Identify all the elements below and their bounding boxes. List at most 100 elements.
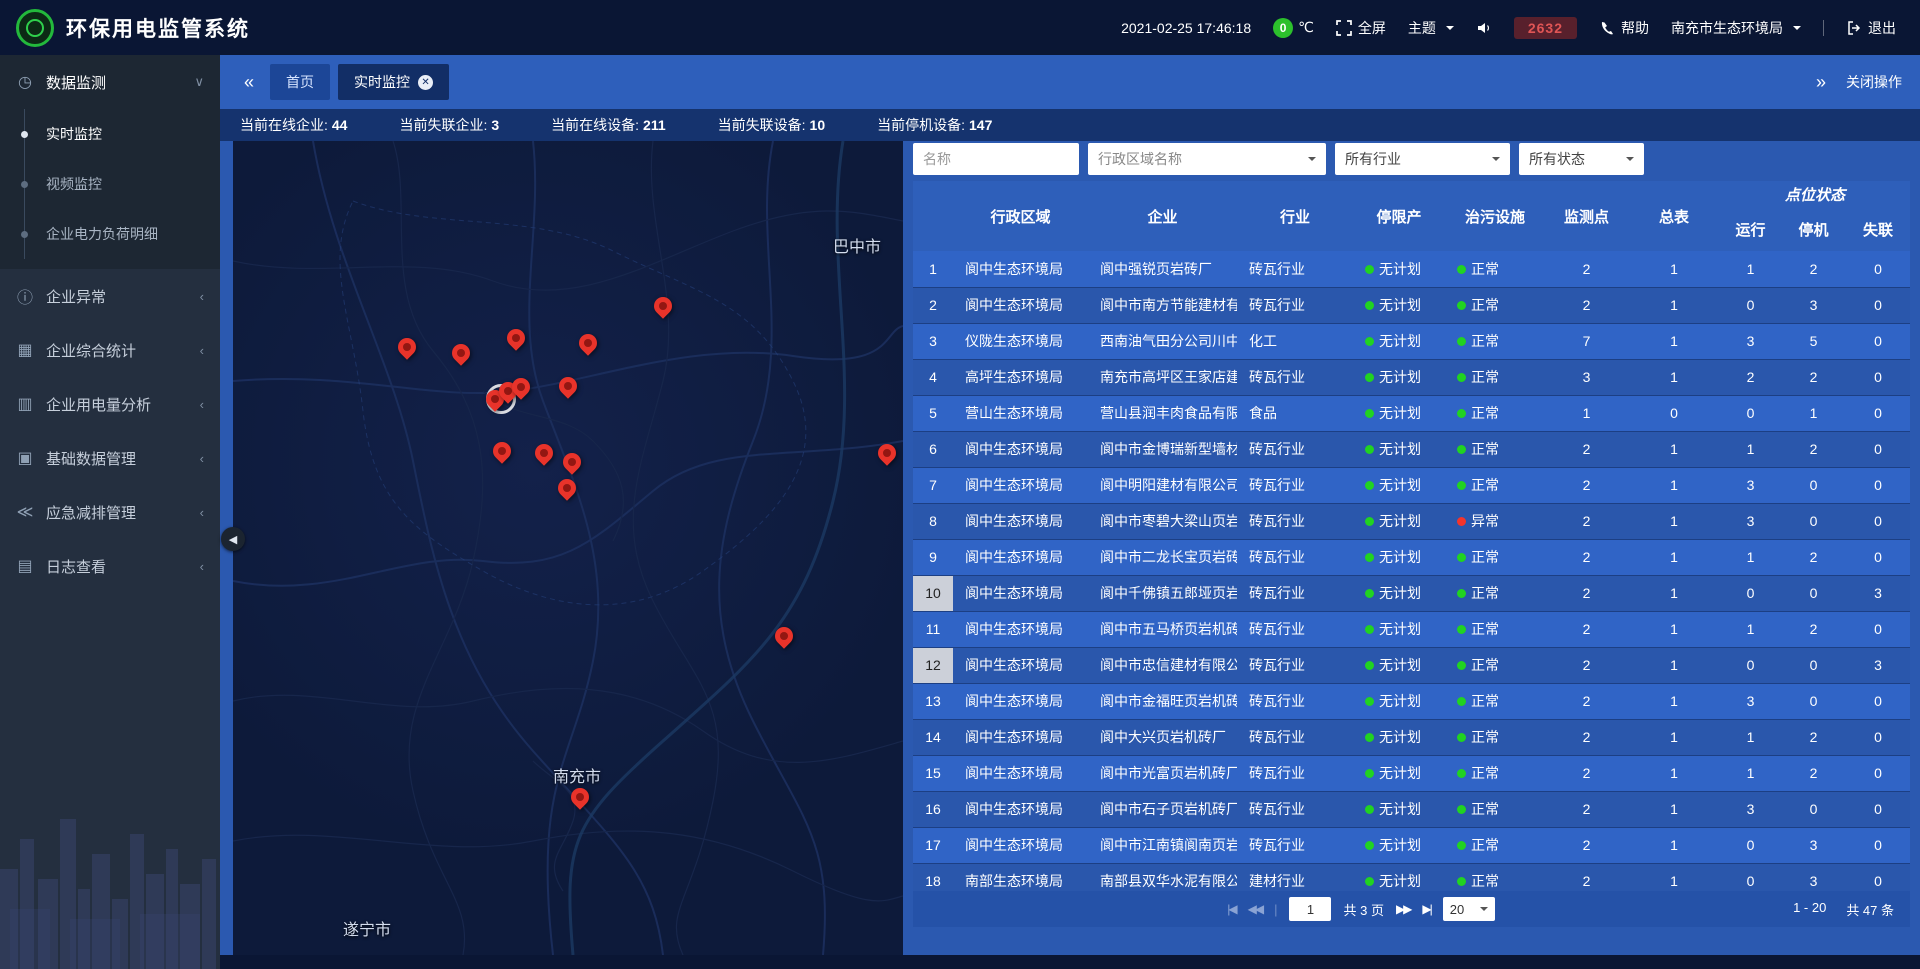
cell-industry: 建材行业 [1237, 863, 1353, 891]
sidebar-group-5[interactable]: ≪ 应急减排管理 ‹ [0, 485, 220, 539]
last-page-button[interactable]: ▶| [1422, 902, 1430, 916]
cell-running: 2 [1720, 359, 1781, 395]
next-page-button[interactable]: ▶▶ [1396, 902, 1410, 916]
tab-close-icon[interactable]: ✕ [418, 75, 433, 90]
cell-index: 1 [913, 251, 953, 287]
sidebar-group-4[interactable]: ▣ 基础数据管理 ‹ [0, 431, 220, 485]
table-row[interactable]: 10 阆中生态环境局 阆中千佛镇五郎垭页岩 砖瓦行业 无计划 正常 2 1 0 … [913, 575, 1910, 611]
sidebar-group-1[interactable]: ⓘ 企业异常 ‹ [0, 269, 220, 323]
cell-points: 2 [1545, 503, 1628, 539]
cell-facility: 正常 [1445, 719, 1545, 755]
table-row[interactable]: 13 阆中生态环境局 阆中市金福旺页岩机砖 砖瓦行业 无计划 正常 2 1 3 … [913, 683, 1910, 719]
stats-bar: 当前在线企业:44 当前失联企业:3 当前在线设备:211 当前失联设备:10 … [220, 109, 1920, 141]
range-label: 1 - 20 [1793, 900, 1826, 919]
cell-company: 阆中市金福旺页岩机砖 [1088, 683, 1237, 719]
sidebar-group-0[interactable]: ◷ 数据监测 ∨ [0, 55, 220, 109]
fullscreen-button[interactable]: 全屏 [1336, 18, 1386, 38]
page-number-input[interactable] [1289, 897, 1331, 921]
region-filter-select[interactable]: 行政区域名称 [1088, 143, 1326, 175]
cell-industry: 砖瓦行业 [1237, 611, 1353, 647]
table-row[interactable]: 18 南部生态环境局 南部县双华水泥有限公 建材行业 无计划 正常 2 1 0 … [913, 863, 1910, 891]
cell-points: 2 [1545, 431, 1628, 467]
table-row[interactable]: 8 阆中生态环境局 阆中市枣碧大梁山页岩 砖瓦行业 无计划 异常 2 1 3 0… [913, 503, 1910, 539]
table-row[interactable]: 2 阆中生态环境局 阆中市南方节能建材有 砖瓦行业 无计划 正常 2 1 0 3… [913, 287, 1910, 323]
map-city-label: 巴中市 [833, 233, 881, 257]
logout-button[interactable]: 退出 [1846, 18, 1896, 38]
org-dropdown[interactable]: 南充市生态环境局 [1671, 18, 1801, 38]
col-industry: 行业 [1237, 181, 1353, 251]
cell-lost: 0 [1846, 863, 1910, 891]
first-page-button[interactable]: |◀ [1227, 902, 1235, 916]
tab-scroll-left-icon[interactable]: « [238, 72, 260, 93]
cell-region: 阆中生态环境局 [953, 755, 1088, 791]
cell-running: 1 [1720, 755, 1781, 791]
name-filter-input[interactable] [913, 143, 1079, 175]
cell-points: 2 [1545, 863, 1628, 891]
table-row[interactable]: 7 阆中生态环境局 阆中明阳建材有限公司 砖瓦行业 无计划 正常 2 1 3 0… [913, 467, 1910, 503]
stat-4: 当前停机设备:147 [877, 115, 992, 135]
cell-index: 14 [913, 719, 953, 755]
table-row[interactable]: 3 仪陇生态环境局 西南油气田分公司川中 化工 无计划 正常 7 1 3 5 0 [913, 323, 1910, 359]
sidebar-group-3[interactable]: ▥ 企业用电量分析 ‹ [0, 377, 220, 431]
page-size-select[interactable]: 20 [1443, 897, 1495, 921]
cell-company: 阆中千佛镇五郎垭页岩 [1088, 575, 1237, 611]
cell-meters: 1 [1628, 827, 1720, 863]
status-dot-icon [1365, 409, 1374, 418]
table-row[interactable]: 9 阆中生态环境局 阆中市二龙长宝页岩砖 砖瓦行业 无计划 正常 2 1 1 2… [913, 539, 1910, 575]
cell-industry: 砖瓦行业 [1237, 575, 1353, 611]
cell-lost: 0 [1846, 251, 1910, 287]
speaker-icon[interactable] [1476, 20, 1492, 36]
close-operations-button[interactable]: 关闭操作 [1846, 72, 1902, 92]
table-row[interactable]: 15 阆中生态环境局 阆中市光富页岩机砖厂 砖瓦行业 无计划 正常 2 1 1 … [913, 755, 1910, 791]
cell-stopped: 3 [1781, 287, 1846, 323]
theme-dropdown[interactable]: 主题 [1408, 18, 1454, 38]
prev-page-button[interactable]: ◀◀ [1248, 902, 1262, 916]
sidebar-group-6[interactable]: ▤ 日志查看 ‹ [0, 539, 220, 593]
industry-filter-select[interactable]: 所有行业 [1335, 143, 1510, 175]
cell-index: 16 [913, 791, 953, 827]
sidebar-group-2[interactable]: ▦ 企业综合统计 ‹ [0, 323, 220, 377]
status-dot-icon [1457, 445, 1466, 454]
table-row[interactable]: 12 阆中生态环境局 阆中市忠信建材有限公 砖瓦行业 无计划 正常 2 1 0 … [913, 647, 1910, 683]
cell-region: 阆中生态环境局 [953, 791, 1088, 827]
cell-meters: 1 [1628, 323, 1720, 359]
table-row[interactable]: 5 营山生态环境局 营山县润丰肉食品有限 食品 无计划 正常 1 0 0 1 0 [913, 395, 1910, 431]
tab-1[interactable]: 实时监控 ✕ [338, 64, 449, 100]
table-row[interactable]: 14 阆中生态环境局 阆中大兴页岩机砖厂 砖瓦行业 无计划 正常 2 1 1 2… [913, 719, 1910, 755]
tab-bar-right: » 关闭操作 [1810, 72, 1902, 93]
help-button[interactable]: 帮助 [1599, 18, 1649, 38]
app-logo [16, 9, 54, 47]
tab-scroll-right-icon[interactable]: » [1810, 72, 1832, 93]
sidebar-item-1[interactable]: 视频监控 [0, 159, 220, 209]
sidebar-submenu: 实时监控 视频监控 企业电力负荷明细 [0, 109, 220, 269]
cell-industry: 砖瓦行业 [1237, 431, 1353, 467]
pager-divider: | [1274, 902, 1277, 917]
status-dot-icon [1457, 877, 1466, 886]
sidebar-item-2[interactable]: 企业电力负荷明细 [0, 209, 220, 259]
table-row[interactable]: 16 阆中生态环境局 阆中市石子页岩机砖厂 砖瓦行业 无计划 正常 2 1 3 … [913, 791, 1910, 827]
chevron-down-icon: ∨ [194, 74, 204, 90]
table-row[interactable]: 1 阆中生态环境局 阆中强锐页岩砖厂 砖瓦行业 无计划 正常 2 1 1 2 0 [913, 251, 1910, 287]
cell-company: 营山县润丰肉食品有限 [1088, 395, 1237, 431]
table-row[interactable]: 11 阆中生态环境局 阆中市五马桥页岩机砖 砖瓦行业 无计划 正常 2 1 1 … [913, 611, 1910, 647]
sidebar-collapse-toggle[interactable]: ◀ [221, 527, 245, 551]
cell-company: 阆中市石子页岩机砖厂 [1088, 791, 1237, 827]
cell-lost: 0 [1846, 431, 1910, 467]
status-filter-select[interactable]: 所有状态 [1519, 143, 1644, 175]
table-row[interactable]: 6 阆中生态环境局 阆中市金博瑞新型墙材 砖瓦行业 无计划 正常 2 1 1 2… [913, 431, 1910, 467]
table-row[interactable]: 4 高坪生态环境局 南充市高坪区王家店建 砖瓦行业 无计划 正常 3 1 2 2… [913, 359, 1910, 395]
sidebar-item-0[interactable]: 实时监控 [0, 109, 220, 159]
alert-count-badge[interactable]: 2632 [1514, 17, 1577, 39]
cell-index: 18 [913, 863, 953, 891]
tabs-container: 首页 实时监控 ✕ [270, 64, 1810, 100]
tab-0[interactable]: 首页 [270, 64, 330, 100]
cell-facility: 正常 [1445, 647, 1545, 683]
status-dot-icon [1457, 517, 1466, 526]
cell-limit: 无计划 [1353, 791, 1445, 827]
cell-stopped: 3 [1781, 863, 1846, 891]
cell-industry: 化工 [1237, 323, 1353, 359]
total-count-label: 共 47 条 [1846, 900, 1894, 919]
map-panel[interactable]: 巴中市南充市遂宁市 [233, 141, 903, 955]
cell-points: 2 [1545, 467, 1628, 503]
table-row[interactable]: 17 阆中生态环境局 阆中市江南镇阆南页岩 砖瓦行业 无计划 正常 2 1 0 … [913, 827, 1910, 863]
